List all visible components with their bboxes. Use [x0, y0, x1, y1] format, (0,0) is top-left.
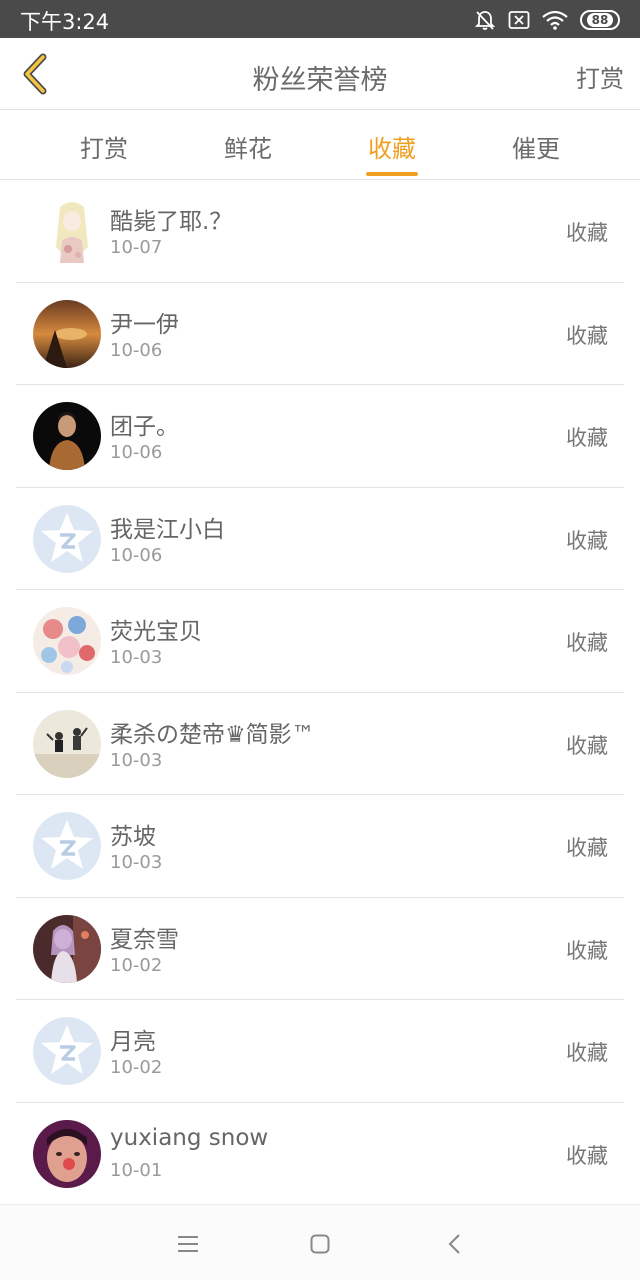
home-button[interactable] [303, 1227, 337, 1261]
tab-urge-update[interactable]: 催更 [486, 129, 586, 164]
fan-date: 10-03 [110, 647, 163, 668]
list-item[interactable]: 柔杀の楚帝♛简影™ 10-03 收藏 [0, 693, 640, 796]
fan-name: 苏坡 [110, 824, 156, 850]
fan-action-type: 收藏 [566, 528, 608, 553]
fan-name: 月亮 [110, 1029, 156, 1055]
fan-name: 酷毙了耶.？ [110, 209, 233, 235]
fan-name: 夏奈雪 [110, 926, 179, 953]
fan-action-type: 收藏 [566, 1143, 608, 1168]
list-item[interactable]: 尹一伊 10-06 收藏 [0, 283, 640, 386]
fan-date: 10-02 [110, 954, 163, 976]
battery-level: 88 [586, 13, 614, 27]
default-star-avatar-icon [33, 812, 101, 880]
fan-name: 团子。 [110, 414, 179, 440]
page-title: 粉丝荣誉榜 [252, 65, 388, 96]
avatar [33, 607, 101, 675]
header: 粉丝荣誉榜 打赏 [0, 38, 640, 110]
avatar [33, 914, 101, 983]
fan-action-type: 收藏 [566, 733, 608, 758]
list-item[interactable]: 酷毙了耶.？ 10-07 收藏 [0, 180, 640, 283]
fan-action-type: 收藏 [566, 221, 608, 245]
fan-action-type: 收藏 [566, 836, 608, 860]
avatar [33, 504, 101, 573]
fan-name: yuxiang snow [110, 1124, 269, 1151]
back-chevron-icon [448, 1234, 460, 1254]
fan-date: 10-07 [110, 237, 163, 258]
list-item[interactable]: 荧光宝贝 10-03 收藏 [0, 590, 640, 693]
avatar [33, 812, 101, 880]
fan-action-type: 收藏 [566, 323, 608, 348]
list-item[interactable]: yuxiang snow 10-01 收藏 [0, 1103, 640, 1206]
reward-button[interactable]: 打赏 [576, 59, 624, 94]
status-time: 下午3:24 [20, 10, 110, 34]
list-item[interactable]: 月亮 10-02 收藏 [0, 1000, 640, 1103]
fan-name: 我是江小白 [110, 516, 225, 543]
battery-icon: 88 [580, 10, 620, 30]
fan-date: 10-06 [110, 339, 163, 361]
tab-flowers[interactable]: 鲜花 [198, 129, 298, 164]
fan-date: 10-01 [110, 1159, 163, 1181]
tab-reward[interactable]: 打赏 [54, 129, 154, 164]
system-nav-bar [0, 1204, 640, 1280]
fan-name: 尹一伊 [110, 311, 179, 338]
list-item[interactable]: 团子。 10-06 收藏 [0, 385, 640, 488]
fan-date: 10-06 [110, 442, 163, 463]
fan-action-type: 收藏 [566, 631, 608, 655]
avatar [33, 402, 101, 470]
fan-name: 荧光宝贝 [110, 619, 202, 645]
fan-name: 柔杀の楚帝♛简影™ [110, 721, 315, 748]
home-square-icon [310, 1234, 330, 1254]
avatar [33, 299, 101, 368]
list-item[interactable]: 夏奈雪 10-02 收藏 [0, 898, 640, 1001]
avatar [33, 709, 101, 778]
default-star-avatar-icon [33, 1017, 101, 1085]
default-star-avatar-icon [33, 504, 101, 573]
list-item[interactable]: 我是江小白 10-06 收藏 [0, 488, 640, 591]
fan-date: 10-03 [110, 749, 163, 771]
list-item[interactable]: 苏坡 10-03 收藏 [0, 795, 640, 898]
fan-date: 10-03 [110, 852, 163, 873]
back-nav-button[interactable] [437, 1227, 471, 1261]
fan-date: 10-02 [110, 1057, 163, 1078]
fan-action-type: 收藏 [566, 426, 608, 450]
avatar [48, 197, 96, 265]
sim-x-icon [508, 10, 530, 30]
bell-off-icon [474, 9, 496, 31]
status-icons: 88 [474, 8, 620, 32]
menu-icon [178, 1236, 198, 1252]
tab-favorites[interactable]: 收藏 [342, 129, 442, 164]
status-bar: 下午3:24 88 [0, 0, 640, 38]
active-tab-indicator [366, 172, 418, 176]
fan-date: 10-06 [110, 544, 163, 566]
wifi-icon [542, 10, 568, 30]
menu-button[interactable] [171, 1227, 205, 1261]
fan-list: 酷毙了耶.？ 10-07 收藏 尹一伊 10-06 收藏 团子。 10-06 收… [0, 180, 640, 1205]
avatar [33, 1017, 101, 1085]
tab-bar: 打赏 鲜花 收藏 催更 [0, 111, 640, 180]
fan-action-type: 收藏 [566, 938, 608, 963]
fan-action-type: 收藏 [566, 1041, 608, 1065]
avatar [33, 1119, 101, 1188]
